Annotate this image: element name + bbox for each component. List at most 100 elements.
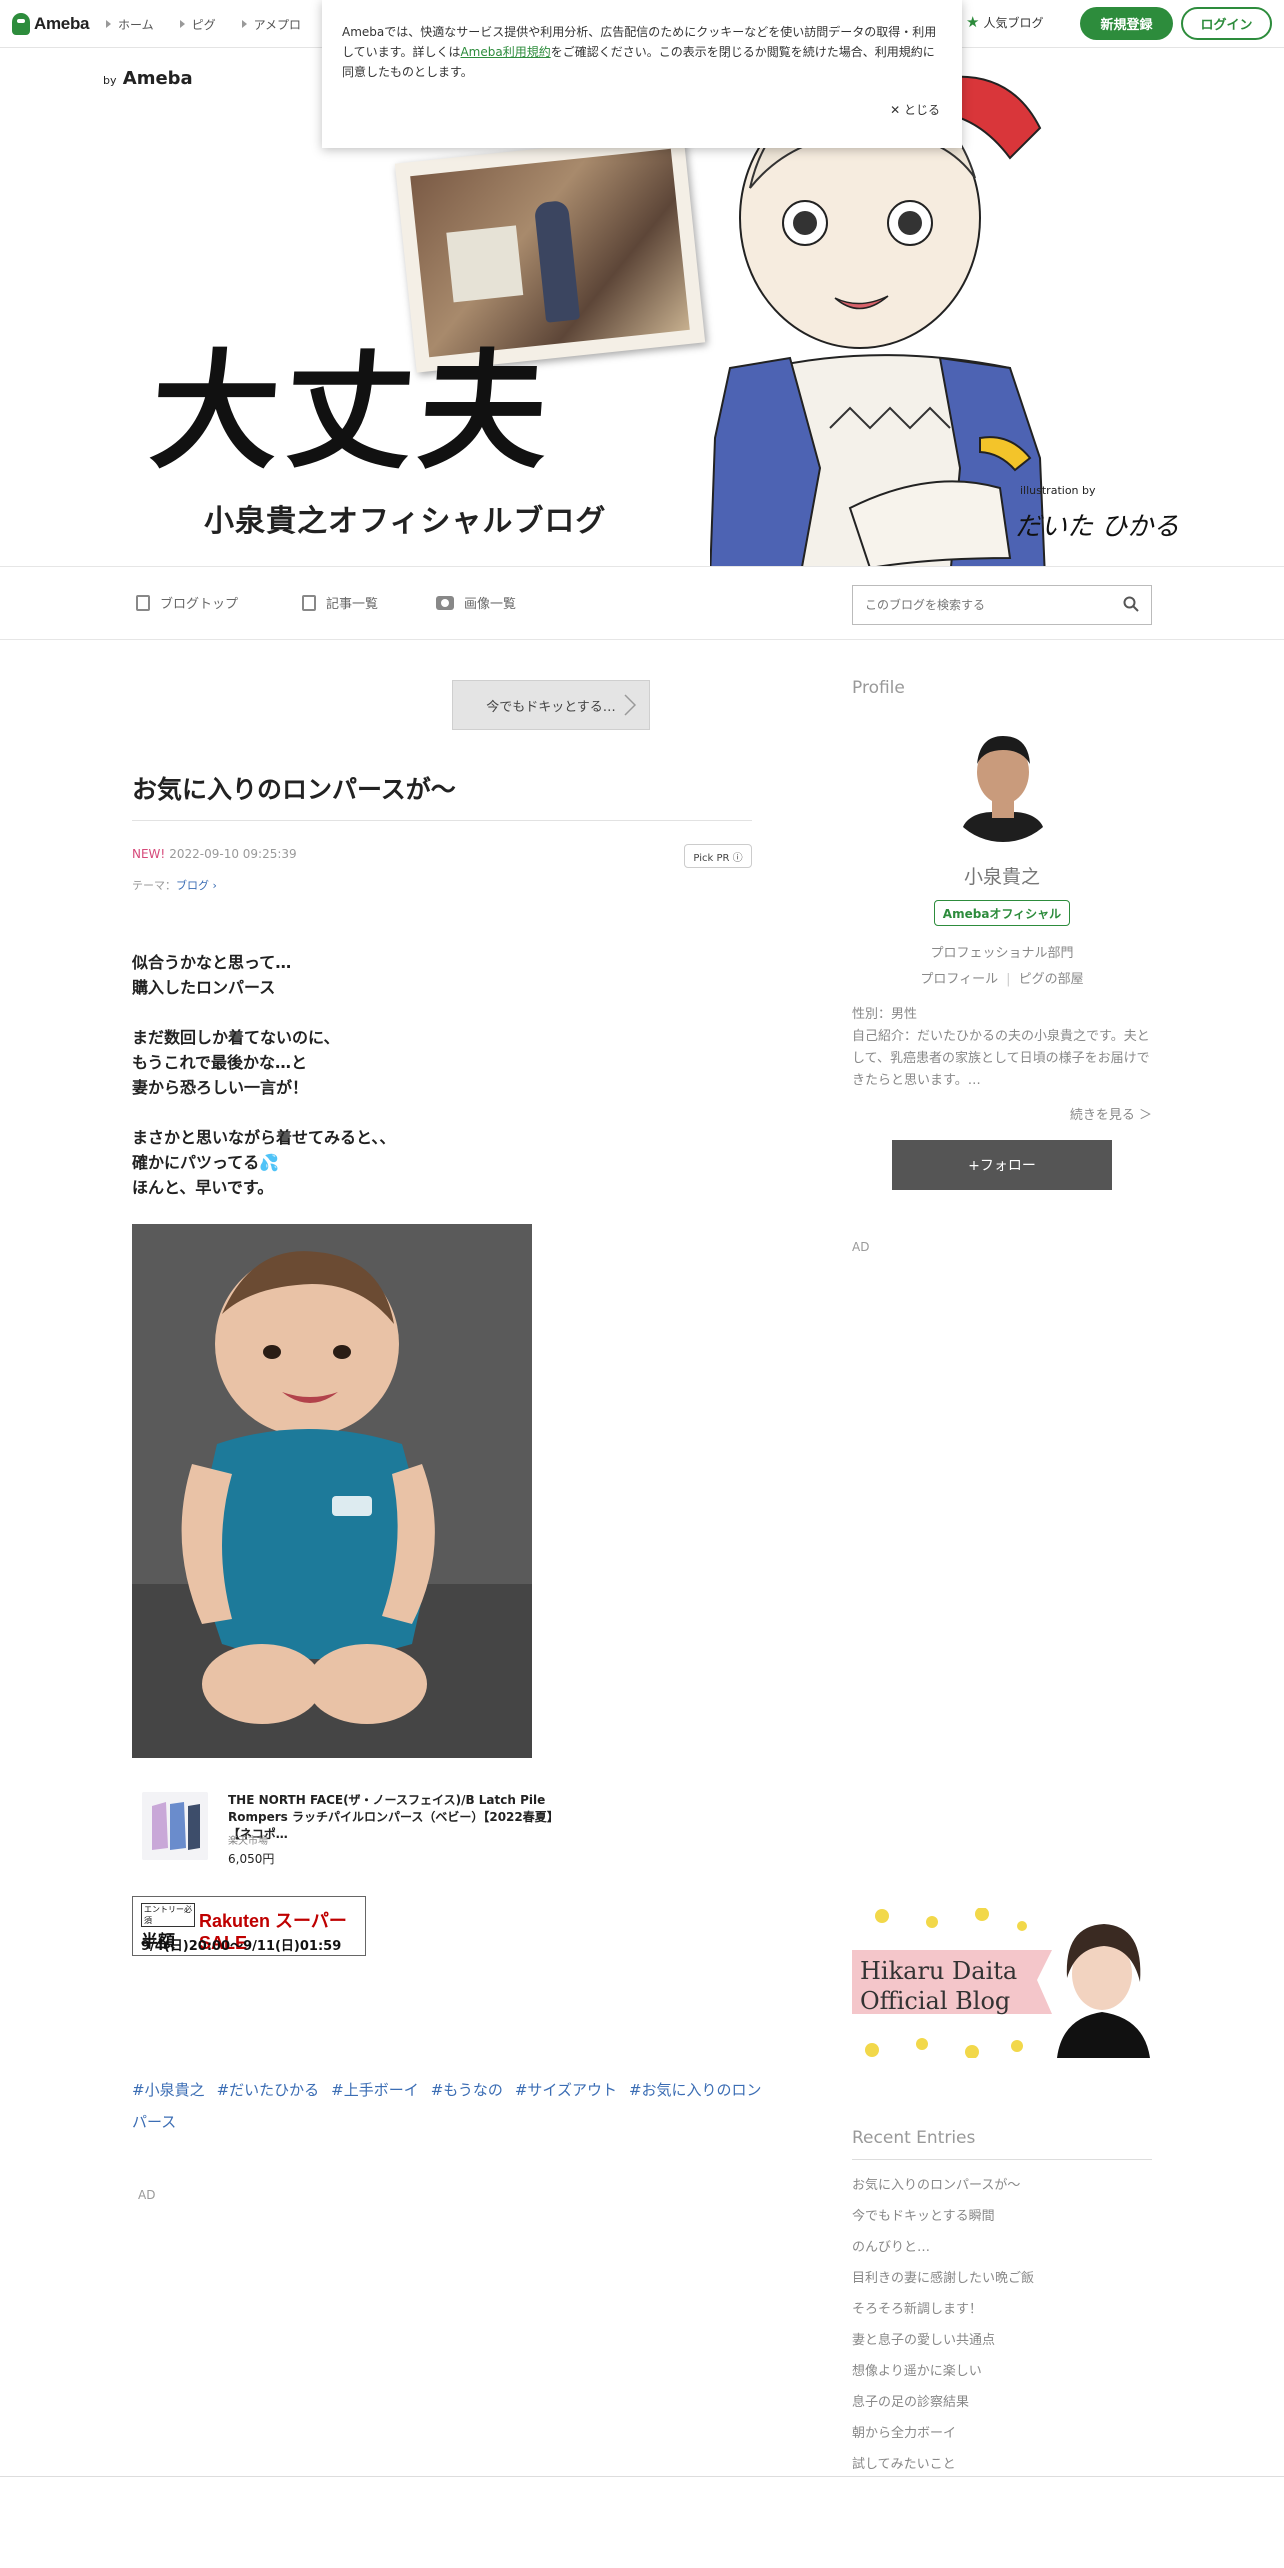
profile-avatar[interactable] <box>942 720 1064 842</box>
theme-label: テーマ： <box>132 879 176 892</box>
popular-blog-link[interactable]: ★ 人気ブログ <box>966 14 1043 31</box>
recent-entry[interactable]: のんびりと… <box>852 2232 1152 2263</box>
body-line: まだ数回しか着てないのに、 <box>132 1028 340 1047</box>
body-line: もうこれで最後かな…と <box>132 1053 308 1072</box>
official-badge: Amebaオフィシャル <box>934 900 1070 926</box>
recent-entry[interactable]: 想像より遥かに楽しい <box>852 2356 1152 2387</box>
body-line: 妻から恐ろしい一言が！ <box>132 1078 309 1097</box>
blog-search-input[interactable] <box>853 586 1103 624</box>
global-nav: ホーム ピグ アメプロ <box>106 0 301 48</box>
pig-room-link[interactable]: ピグの部屋 <box>1019 972 1084 987</box>
article-theme: テーマ：ブログ › <box>132 877 217 893</box>
profile-link[interactable]: プロフィール <box>920 972 998 987</box>
sale-dates: 9/4(日)20:00〜9/11(日)01:59 <box>141 1939 342 1954</box>
body-line: 確かにパツってる💦 <box>132 1150 395 1175</box>
article-date: 2022-09-10 09:25:39 <box>169 847 297 861</box>
body-line: ほんと、早いです。 <box>132 1178 274 1197</box>
body-line: 似合うかなと思って… <box>132 953 292 972</box>
baby-photo-image <box>132 1224 532 1758</box>
pick-pr-button[interactable]: Pick PR ⓘ <box>684 844 752 868</box>
terms-link[interactable]: Ameba利用規約 <box>460 45 550 59</box>
chevron-right-icon <box>624 694 637 716</box>
by-ameba-logo: by Ameba <box>103 68 193 89</box>
image-list-link[interactable]: 画像一覧 <box>436 593 516 612</box>
follow-button[interactable]: +フォロー <box>892 1140 1112 1190</box>
hashtag[interactable]: #サイズアウト <box>515 2081 617 2099</box>
cookie-close-button[interactable]: ✕ とじる <box>890 100 940 120</box>
product-name[interactable]: THE NORTH FACE(ザ・ノースフェイス)/B Latch Pile R… <box>228 1792 568 1843</box>
recent-entries-heading: Recent Entries <box>852 2128 976 2148</box>
cookie-close-label: とじる <box>903 103 940 117</box>
ameba-logo[interactable]: Ameba <box>12 12 89 36</box>
hashtag[interactable]: #だいたひかる <box>217 2081 320 2099</box>
profile-name[interactable]: 小泉貴之 <box>852 862 1152 889</box>
by-ameba-brand: Ameba <box>122 68 193 89</box>
blog-top-label: ブログトップ <box>160 597 239 612</box>
search-icon[interactable] <box>1123 596 1139 612</box>
recent-entry[interactable]: そろそろ新調します！ <box>852 2294 1152 2325</box>
nav-amepro[interactable]: アメプロ <box>241 16 301 33</box>
sweat-drops-icon: 💦 <box>259 1153 280 1172</box>
illustration-credit: illustration by <box>1020 484 1096 497</box>
title-divider <box>132 820 752 821</box>
recent-entry[interactable]: 目利きの妻に感謝したい晩ご飯 <box>852 2263 1152 2294</box>
nav-pigg[interactable]: ピグ <box>179 16 216 33</box>
article-meta: NEW! 2022-09-10 09:25:39 <box>132 847 297 861</box>
entry-list-label: 記事一覧 <box>326 597 379 612</box>
hashtag-list: #小泉貴之 #だいたひかる #上手ボーイ #もうなの #サイズアウト #お気に入りのロンパ… <box>132 2074 762 2138</box>
product-shop: 楽天市場 <box>228 1836 268 1847</box>
ad-label: AD <box>138 2188 156 2202</box>
theme-link-label: ブログ <box>176 879 209 892</box>
recent-entry[interactable]: 息子の足の診察結果 <box>852 2387 1152 2418</box>
new-badge: NEW! <box>132 847 166 861</box>
nav-home-label: ホーム <box>118 17 154 32</box>
ad-label: AD <box>852 1240 870 1254</box>
recent-divider <box>852 2159 1152 2160</box>
recent-entry[interactable]: お気に入りのロンパースが〜 <box>852 2170 1152 2201</box>
recent-entries-list: お気に入りのロンパースが〜 今でもドキッとする瞬間 のんびりと… 目利きの妻に感… <box>852 2170 1152 2480</box>
document-icon <box>136 594 150 611</box>
nav-home[interactable]: ホーム <box>106 16 154 33</box>
recent-entry[interactable]: 朝から全力ボーイ <box>852 2418 1152 2449</box>
by-label: by <box>103 74 117 87</box>
recent-entry[interactable]: 妻と息子の愛しい共通点 <box>852 2325 1152 2356</box>
hashtag[interactable]: #もうなの <box>431 2081 503 2099</box>
product-card[interactable]: THE NORTH FACE(ザ・ノースフェイス)/B Latch Pile R… <box>132 1786 572 1870</box>
profile-intro-text: 自己紹介：だいたひかるの夫の小泉貴之です。夫として、乳癌患者の家族として日頃の様… <box>852 1029 1150 1088</box>
rakuten-sale-banner[interactable]: エントリー必須 半額 Rakuten スーパーSALE 9/4(日)20:00〜9… <box>132 1896 366 1956</box>
previous-entry-label: 今でもドキッとする… <box>486 699 616 715</box>
nav-pigg-label: ピグ <box>191 17 216 32</box>
hikaru-blog-banner[interactable]: Hikaru Daita Official Blog <box>852 1908 1152 2058</box>
product-price: 6,050円 <box>228 1852 275 1866</box>
blog-nav: ブログトップ 記事一覧 画像一覧 <box>0 566 1284 640</box>
hashtag[interactable]: #小泉貴之 <box>132 2081 205 2099</box>
hikaru-title-line: Hikaru Daita <box>860 1957 1018 1985</box>
popular-blog-label: 人気ブログ <box>983 16 1044 30</box>
article-photo[interactable] <box>132 1224 532 1758</box>
ameba-logo-icon <box>12 13 30 35</box>
hikaru-banner-title: Hikaru Daita Official Blog <box>860 1956 1017 2016</box>
entry-list-link[interactable]: 記事一覧 <box>302 593 378 612</box>
blog-search <box>852 585 1152 625</box>
banner-subtitle: 小泉貴之オフィシャルブログ <box>204 504 607 539</box>
recent-entry[interactable]: 今でもドキッとする瞬間 <box>852 2201 1152 2232</box>
profile-links: プロフィール | ピグの部屋 <box>920 972 1084 987</box>
hashtag[interactable]: #上手ボーイ <box>331 2081 419 2099</box>
blog-top-link[interactable]: ブログトップ <box>136 593 238 612</box>
sale-entry-note: エントリー必須 <box>141 1903 195 1927</box>
body-line: 購入したロンパース <box>132 978 276 997</box>
profile-heading: Profile <box>852 678 905 698</box>
triangle-icon <box>106 20 111 28</box>
previous-entry-button[interactable]: 今でもドキッとする… <box>452 680 650 730</box>
register-button[interactable]: 新規登録 <box>1080 7 1173 40</box>
body-line: まさかと思いながら着せてみると、、 <box>132 1128 396 1147</box>
body-line-text: 確かにパツってる <box>132 1153 260 1172</box>
ameba-logo-text: Ameba <box>34 14 90 33</box>
theme-link[interactable]: ブログ › <box>176 879 217 892</box>
article-title: お気に入りのロンパースが〜 <box>132 775 456 804</box>
login-button[interactable]: ログイン <box>1181 7 1272 40</box>
banner-title: 大丈夫 <box>145 337 559 487</box>
profile-category: プロフェッショナル部門 <box>930 946 1074 961</box>
camera-icon <box>436 595 454 610</box>
read-more-link[interactable]: 続きを見る ＞ <box>852 1104 1152 1123</box>
